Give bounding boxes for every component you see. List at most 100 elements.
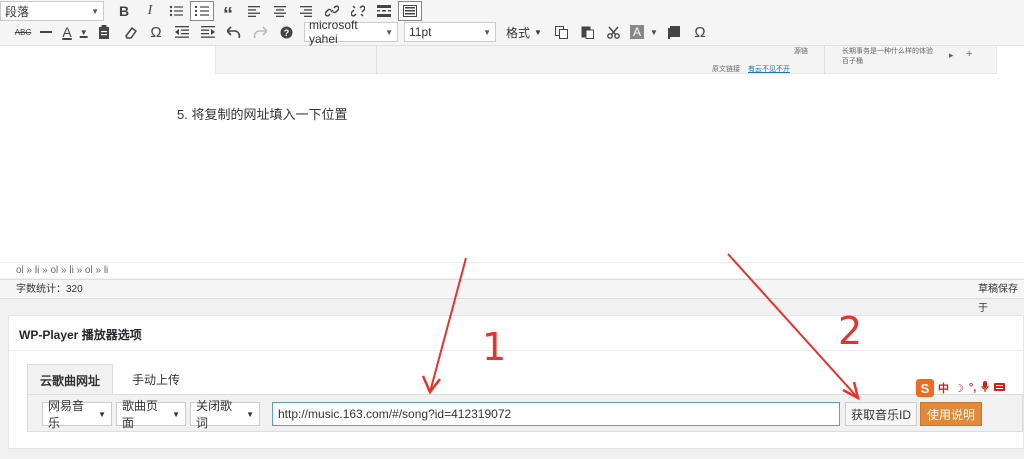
align-right-icon (300, 5, 312, 17)
strikethrough-button[interactable]: ABC (14, 22, 32, 42)
special-char-button[interactable]: Ω (144, 22, 168, 42)
get-music-id-button[interactable]: 获取音乐ID (845, 402, 917, 426)
editor-content[interactable]: 源链 长期事务是一种什么样的体验 百子桶 原文链接 有云不见不开 ▸ + 5. … (0, 46, 1024, 262)
indent-button[interactable] (196, 22, 220, 42)
special-char-button-2[interactable]: Ω (688, 22, 712, 42)
template-button[interactable] (662, 22, 686, 42)
editor-status-bar: 字数统计：320 草稿保存于 (0, 279, 1024, 314)
numbered-list-icon (195, 6, 209, 16)
preview-plus-icon: + (966, 48, 973, 60)
indent-icon (201, 26, 215, 38)
italic-button[interactable]: I (138, 1, 162, 21)
tab-manual-upload[interactable]: 手动上传 (113, 364, 199, 395)
outdent-button[interactable] (170, 22, 194, 42)
paste-button[interactable] (576, 22, 600, 42)
align-center-icon (274, 5, 286, 17)
ime-toolbar[interactable]: S 中 ☽ °, (916, 378, 1024, 398)
paste-text-button[interactable] (92, 22, 116, 42)
draft-status: 草稿保存于 (978, 284, 1018, 314)
lyrics-value: 关闭歌词 (196, 399, 233, 430)
microphone-icon[interactable] (981, 381, 989, 395)
keyboard-glyph (994, 383, 1006, 391)
font-family-select[interactable]: microsoft yahei ▼ (304, 18, 398, 46)
page-type-select[interactable]: 歌曲页面 ▼ (116, 399, 186, 430)
italic-glyph: I (147, 3, 153, 18)
page-bottom (0, 449, 1024, 459)
toolbar-toggle-button[interactable] (398, 1, 422, 21)
omega-glyph: Ω (150, 23, 162, 41)
chevron-down-icon: ▼ (534, 27, 542, 37)
undo-icon (227, 26, 241, 38)
bold-button[interactable]: B (112, 1, 136, 21)
editor-paragraph: 5. 将复制的网址填入一下位置 (177, 107, 348, 122)
embedded-screenshot-preview: 源链 长期事务是一种什么样的体验 百子桶 原文链接 有云不见不开 ▸ + (215, 46, 997, 74)
undo-button[interactable] (222, 22, 246, 42)
horizontal-line-icon (40, 31, 52, 33)
redo-button[interactable] (248, 22, 272, 42)
punctuation-icon[interactable]: °, (969, 382, 976, 394)
copy-icon (555, 25, 569, 39)
strikethrough-glyph: ABC (14, 27, 32, 37)
chevron-down-icon: ▼ (79, 27, 88, 37)
background-color-button[interactable]: A ▼ (628, 22, 660, 42)
tab-label: 云歌曲网址 (39, 373, 100, 388)
numbered-list-button[interactable] (190, 1, 214, 21)
paragraph-format-value: 段落 (5, 4, 30, 19)
metabox-title: WP-Player 播放器选项 (19, 328, 142, 342)
preview-subtitle: 百子桶 (842, 58, 863, 65)
lyrics-select[interactable]: 关闭歌词 ▼ (190, 399, 260, 430)
bold-glyph: B (118, 3, 130, 19)
music-source-select[interactable]: 网易音乐 ▼ (42, 399, 112, 430)
page-type-value: 歌曲页面 (122, 399, 159, 430)
help-button[interactable]: ? (274, 22, 298, 42)
outdent-icon (175, 26, 189, 38)
moon-icon[interactable]: ☽ (954, 382, 964, 395)
metabox-panel: 网易音乐 ▼ 歌曲页面 ▼ 关闭歌词 ▼ http://music.163.co… (27, 394, 1023, 432)
align-center-button[interactable] (268, 1, 292, 21)
tab-label: 手动上传 (131, 373, 180, 387)
text-color-button[interactable]: A ▼ (60, 22, 90, 42)
svg-text:?: ? (283, 28, 289, 38)
question-icon: ? (280, 26, 292, 38)
eraser-icon (125, 26, 137, 39)
paragraph-format-select[interactable]: 段落 ▼ (0, 1, 104, 21)
font-size-value: 11pt (409, 25, 432, 39)
clear-formatting-button[interactable] (118, 22, 142, 42)
tab-cloud-song-url[interactable]: 云歌曲网址 (27, 364, 113, 395)
cut-button[interactable] (602, 22, 626, 42)
text-color-glyph: A (62, 24, 72, 40)
preview-title: 长期事务是一种什么样的体验 (842, 48, 933, 55)
preview-link: 有云不见不开 (748, 66, 790, 73)
omega-glyph-2: Ω (694, 23, 706, 41)
chevron-down-icon: ▼ (483, 27, 491, 37)
keyboard-icon[interactable] (994, 382, 1006, 394)
align-left-icon (248, 5, 260, 17)
music-source-value: 网易音乐 (48, 399, 85, 430)
element-path: ol » li » ol » li » ol » li (0, 262, 1024, 278)
usage-help-button[interactable]: 使用说明 (920, 402, 982, 426)
copy-button[interactable] (550, 22, 574, 42)
metabox-divider (9, 350, 1024, 351)
align-left-button[interactable] (242, 1, 266, 21)
chevron-down-icon: ▼ (649, 27, 658, 37)
preview-divider (376, 46, 377, 74)
horizontal-line-button[interactable] (34, 22, 58, 42)
redo-icon (253, 26, 267, 38)
chevron-down-icon: ▼ (91, 6, 99, 16)
ime-language[interactable]: 中 (938, 380, 949, 396)
link-icon (325, 5, 339, 17)
song-url-input[interactable]: http://music.163.com/#/song?id=412319072 (272, 402, 840, 426)
chevron-down-icon: ▼ (172, 409, 180, 419)
metabox-tabs: 云歌曲网址 手动上传 (27, 364, 199, 395)
chevron-down-icon: ▼ (98, 409, 106, 419)
preview-source: 源链 (794, 48, 808, 55)
keyboard-icon (403, 5, 417, 17)
wp-player-metabox: WP-Player 播放器选项 云歌曲网址 手动上传 网易音乐 ▼ 歌曲页面 ▼… (8, 315, 1024, 449)
font-size-select[interactable]: 11pt ▼ (404, 22, 496, 42)
bullet-list-button[interactable] (164, 1, 188, 21)
chevron-down-icon: ▼ (385, 27, 393, 37)
format-menu[interactable]: 格式 ▼ (506, 24, 542, 41)
blockquote-button[interactable]: “ (216, 1, 240, 26)
font-family-value: microsoft yahei (309, 18, 358, 46)
preview-link-label: 原文链接 (712, 66, 740, 73)
